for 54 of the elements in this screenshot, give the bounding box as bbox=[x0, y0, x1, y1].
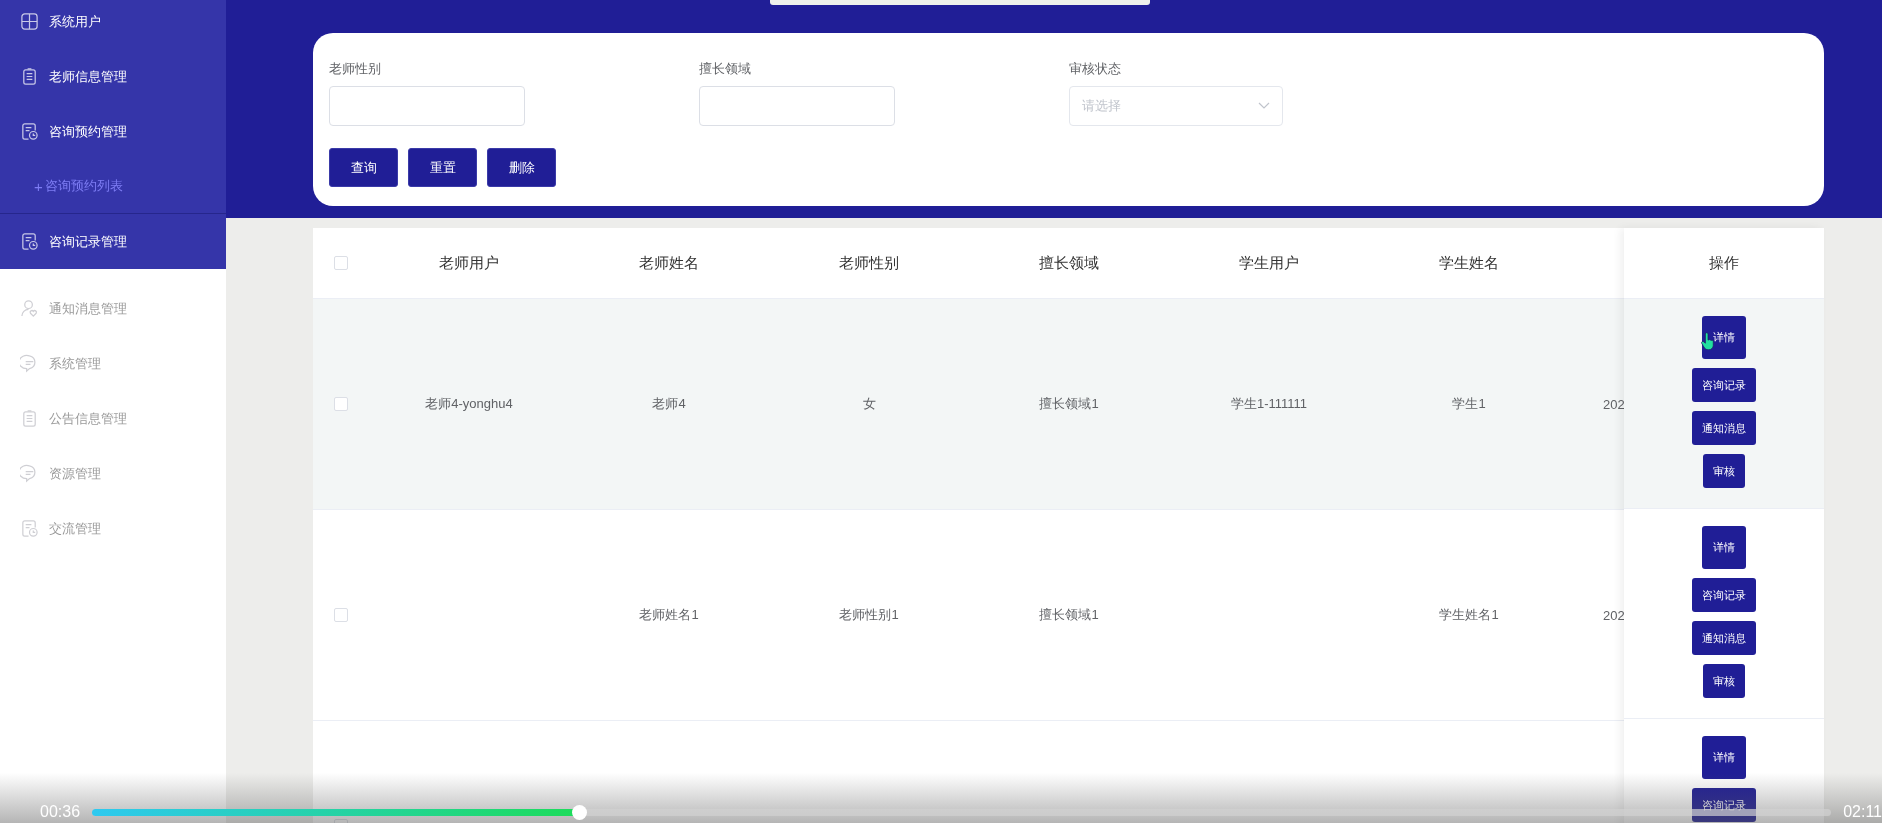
action-button[interactable]: 审核 bbox=[1703, 454, 1745, 488]
input-field[interactable] bbox=[329, 86, 525, 126]
field-label: 擅长领域 bbox=[699, 61, 752, 77]
sidebar-item[interactable]: 咨询记录管理 bbox=[0, 214, 226, 269]
filter-button[interactable]: 查询 bbox=[329, 148, 398, 187]
action-button[interactable]: 详情 bbox=[1702, 736, 1746, 779]
action-button[interactable]: 通知消息 bbox=[1692, 411, 1756, 445]
grid-icon bbox=[20, 12, 39, 31]
table-cell: 202 bbox=[1603, 607, 1624, 623]
action-button[interactable]: 咨询记录 bbox=[1692, 368, 1756, 402]
clipboard-icon bbox=[20, 67, 39, 86]
table-cell: 老师4 bbox=[652, 395, 686, 413]
column-header: 操作 bbox=[1709, 253, 1739, 273]
column-header: 学生姓名 bbox=[1439, 253, 1499, 273]
table-cell: 擅长领域1 bbox=[1039, 606, 1099, 624]
table-cell: 老师姓名1 bbox=[639, 606, 699, 624]
table-cell: 学生1-111111 bbox=[1230, 395, 1308, 413]
table-cell: 擅长领域1 bbox=[1039, 395, 1099, 413]
action-button[interactable]: 审核 bbox=[1703, 664, 1745, 698]
sidebar-item[interactable]: 老师信息管理 bbox=[0, 49, 226, 104]
hand-cursor-icon bbox=[1701, 332, 1715, 350]
table-cell: 老师4-yonghu4 bbox=[425, 395, 513, 413]
field-label: 审核状态 bbox=[1069, 61, 1122, 77]
current-time: 00:36 bbox=[39, 803, 81, 821]
table-row[interactable]: 老师4-yonghu4 老师4 女 擅长领域1 学生1-111111 学生1 202 bbox=[313, 299, 1624, 510]
action-button[interactable]: 详情 bbox=[1702, 316, 1746, 359]
table-cell: 学生姓名1 bbox=[1439, 606, 1499, 624]
document-clock-icon bbox=[20, 519, 39, 538]
action-button[interactable]: 咨询记录 bbox=[1692, 578, 1756, 612]
sidebar-item[interactable]: 系统用户 bbox=[0, 0, 226, 49]
action-button[interactable]: 详情 bbox=[1702, 526, 1746, 569]
column-header: 老师性别 bbox=[839, 253, 899, 273]
action-button[interactable]: 通知消息 bbox=[1692, 621, 1756, 655]
document-clock-icon bbox=[20, 122, 39, 141]
table-cell: 女 bbox=[862, 395, 876, 413]
column-header: 老师用户 bbox=[439, 253, 499, 273]
field-label: 老师性别 bbox=[329, 61, 382, 77]
column-header: 老师姓名 bbox=[639, 253, 699, 273]
filter-button[interactable]: 重置 bbox=[408, 148, 477, 187]
table-cell: 老师性别1 bbox=[839, 606, 899, 624]
column-header: 擅长领域 bbox=[1039, 253, 1099, 273]
column-header: 学生用户 bbox=[1239, 253, 1299, 273]
chevron-down-icon bbox=[1258, 102, 1270, 110]
table-cell: 202 bbox=[1603, 396, 1624, 412]
document-clock-icon bbox=[20, 232, 39, 251]
filter-button[interactable]: 删除 bbox=[487, 148, 556, 187]
clipboard-icon bbox=[20, 409, 39, 428]
input-field[interactable] bbox=[699, 86, 895, 126]
sidebar-item[interactable]: 咨询预约管理 bbox=[0, 104, 226, 159]
person-heart-icon bbox=[20, 299, 39, 318]
chat-bubble-icon bbox=[20, 464, 39, 483]
chat-bubble-icon bbox=[20, 354, 39, 373]
table-cell: 学生1 bbox=[1452, 395, 1486, 413]
duration-time: 02:11 bbox=[1843, 803, 1882, 821]
